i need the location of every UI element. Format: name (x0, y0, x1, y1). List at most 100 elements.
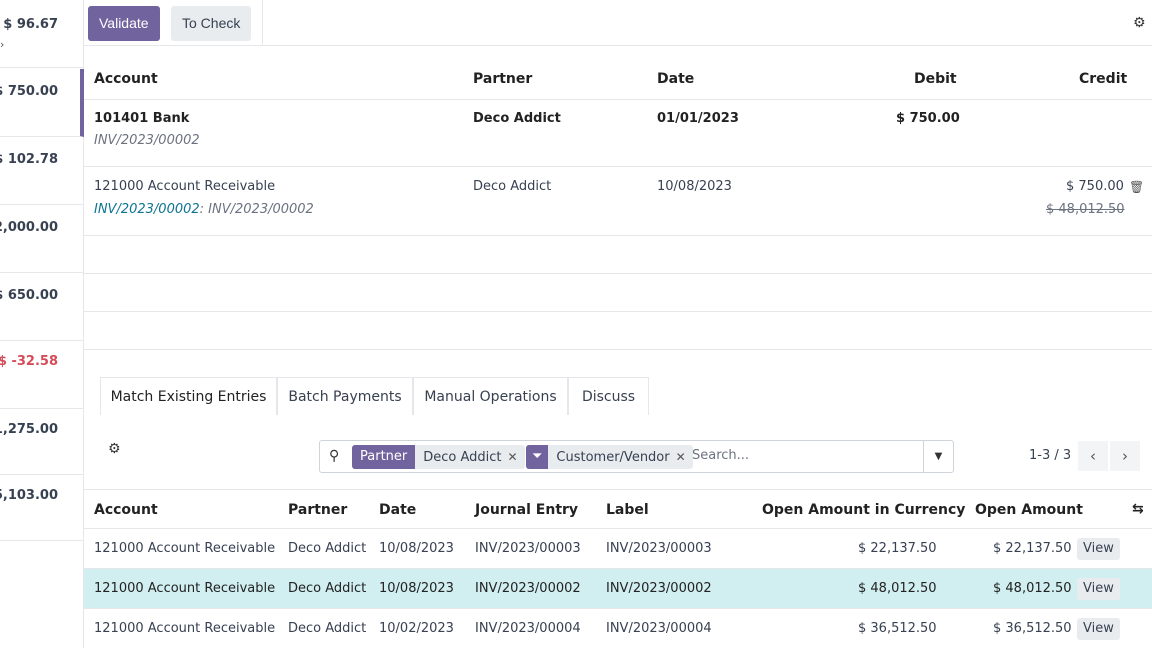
cell-open-amount: $ 48,012.50 (993, 581, 1072, 596)
entry-row[interactable]: 101401 Bank INV/2023/00002 Deco Addict 0… (84, 100, 1152, 167)
cell-open-amount-currency: $ 22,137.50 (858, 541, 937, 556)
header-account: Account (94, 71, 158, 87)
statement-line-item[interactable]: 2,000.00 (0, 205, 84, 273)
toolbar-button-group: Validate To Check (84, 0, 263, 46)
facet-value: Customer/Vendor (556, 449, 670, 465)
cell-date: 10/08/2023 (379, 541, 454, 556)
tab-match-existing-entries[interactable]: Match Existing Entries (100, 377, 277, 415)
statement-line-item[interactable]: $ 102.78 (0, 137, 84, 205)
search-facet-partner: Partner Deco Addict ✕ (352, 445, 525, 469)
entries-header: Account Partner Date Debit Credit (84, 46, 1152, 100)
cell-account: 121000 Account Receivable (94, 581, 276, 596)
entry-account: 121000 Account Receivable (94, 179, 276, 194)
statement-line-amount: $ 650.00 (0, 288, 58, 303)
header-open-amount[interactable]: Open Amount (975, 502, 1083, 518)
entry-credit-original: $ 48,012.50 (1046, 202, 1125, 217)
search-facet-filter: ⏷ Customer/Vendor ✕ (526, 445, 693, 469)
close-icon[interactable]: ✕ (508, 450, 525, 464)
statement-line-amount: 5,103.00 (0, 488, 58, 503)
statement-line-amount: 2,000.00 (0, 220, 58, 235)
entry-subline: INV/2023/00002: INV/2023/00002 (94, 202, 314, 217)
search-icon: ⚲ (329, 448, 340, 464)
entry-partner: Deco Addict (473, 179, 552, 194)
entry-date: 10/08/2023 (657, 179, 732, 194)
cell-date: 10/02/2023 (379, 621, 454, 636)
cell-label: INV/2023/00004 (606, 621, 712, 636)
statement-line-item[interactable]: 5,103.00 (0, 475, 84, 541)
validate-button[interactable]: Validate (88, 6, 160, 41)
empty-row (84, 274, 1152, 312)
entry-account: 101401 Bank (94, 111, 190, 126)
table-row[interactable]: 121000 Account Receivable Deco Addict 10… (84, 569, 1152, 609)
cell-open-amount-currency: $ 48,012.50 (858, 581, 937, 596)
statement-line-item[interactable]: $ 650.00 (0, 273, 84, 341)
cell-date: 10/08/2023 (379, 581, 454, 596)
cell-open-amount-currency: $ 36,512.50 (858, 621, 937, 636)
statement-line-item[interactable]: 1,275.00 (0, 409, 84, 475)
search-input[interactable] (692, 448, 912, 463)
entry-date: 01/01/2023 (657, 111, 739, 126)
matching-entries-table: Account Partner Date Journal Entry Label… (84, 489, 1152, 648)
cell-journal-entry: INV/2023/00003 (475, 541, 581, 556)
header-date[interactable]: Date (379, 502, 416, 518)
header-partner: Partner (473, 71, 533, 87)
cell-open-amount: $ 22,137.50 (993, 541, 1072, 556)
table-row[interactable]: 121000 Account Receivable Deco Addict 10… (84, 529, 1152, 569)
cell-partner: Deco Addict (288, 541, 367, 556)
header-credit: Credit (1079, 71, 1128, 87)
close-icon[interactable]: ✕ (676, 450, 693, 464)
header-debit: Debit (914, 71, 957, 87)
cell-journal-entry: INV/2023/00004 (475, 621, 581, 636)
tab-discuss[interactable]: Discuss (568, 377, 649, 415)
statement-line-item[interactable]: $ 96.67 (0, 0, 84, 68)
tab-manual-operations[interactable]: Manual Operations (413, 377, 568, 415)
gear-icon[interactable]: ⚙ (1133, 15, 1146, 31)
pager-previous-button[interactable]: ‹ (1078, 441, 1108, 471)
chevron-down-icon[interactable]: ▼ (923, 441, 953, 472)
statement-line-item[interactable]: $ -32.58 (0, 341, 84, 409)
caret-icon: › (0, 38, 5, 51)
facet-label: Partner (352, 445, 416, 469)
pager-value: 1-3 / 3 (1029, 448, 1072, 463)
to-check-button[interactable]: To Check (171, 6, 252, 41)
cell-label: INV/2023/00003 (606, 541, 712, 556)
header-label[interactable]: Label (606, 502, 649, 518)
cell-journal-entry: INV/2023/00002 (475, 581, 581, 596)
statement-line-list: $ 96.67 › $ 750.00 $ 102.78 2,000.00 $ 6… (0, 0, 84, 648)
reconcile-entries-table: Account Partner Date Debit Credit 101401… (84, 46, 1152, 350)
invoice-link[interactable]: INV/2023/00002 (94, 202, 200, 217)
results-header: Account Partner Date Journal Entry Label… (84, 489, 1152, 529)
table-row[interactable]: 121000 Account Receivable Deco Addict 10… (84, 609, 1152, 648)
header-date: Date (657, 71, 695, 87)
header-partner[interactable]: Partner (288, 502, 347, 518)
statement-line-amount: $ 96.67 (3, 17, 58, 32)
reconcile-toolbar: Validate To Check ⚙ (84, 0, 1152, 46)
pager-next-button[interactable]: › (1110, 441, 1140, 471)
cell-account: 121000 Account Receivable (94, 541, 276, 556)
entry-row[interactable]: 121000 Account Receivable INV/2023/00002… (84, 167, 1152, 236)
search-bar: ⚲ Partner Deco Addict ✕ ⏷ Customer/Vendo… (319, 440, 954, 473)
entry-debit: $ 750.00 (896, 111, 960, 126)
entry-subline-text: : INV/2023/00002 (199, 202, 314, 217)
entry-partner: Deco Addict (473, 111, 561, 126)
cell-partner: Deco Addict (288, 621, 367, 636)
header-open-amount-currency[interactable]: Open Amount in Currency (762, 502, 965, 518)
tab-batch-payments[interactable]: Batch Payments (277, 377, 413, 415)
trash-icon[interactable]: 🗑 (1129, 180, 1144, 194)
facet-value: Deco Addict (423, 449, 502, 465)
header-account[interactable]: Account (94, 502, 158, 518)
empty-row (84, 312, 1152, 350)
cell-partner: Deco Addict (288, 581, 367, 596)
statement-line-amount: $ 750.00 (0, 84, 58, 99)
statement-line-item[interactable]: $ 750.00 (0, 69, 84, 137)
entry-credit: $ 750.00 (1066, 179, 1124, 194)
cell-account: 121000 Account Receivable (94, 621, 276, 636)
view-button[interactable]: View (1077, 538, 1120, 560)
view-button[interactable]: View (1077, 618, 1120, 640)
gear-icon[interactable]: ⚙ (108, 441, 121, 457)
header-journal-entry[interactable]: Journal Entry (475, 502, 578, 518)
column-settings-icon[interactable]: ⇆ (1132, 501, 1144, 517)
empty-row (84, 236, 1152, 274)
cell-open-amount: $ 36,512.50 (993, 621, 1072, 636)
view-button[interactable]: View (1077, 578, 1120, 600)
